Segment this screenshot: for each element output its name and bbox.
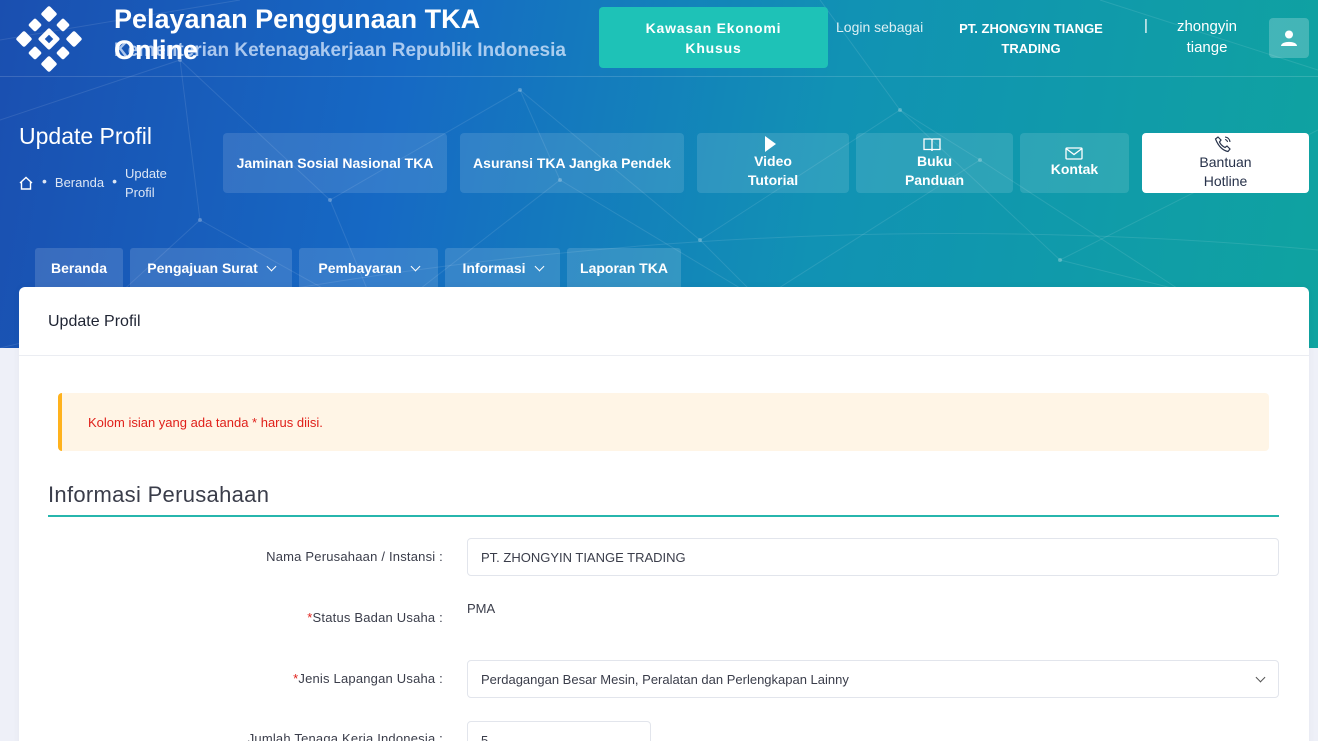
jumlah-tki-value: 5 xyxy=(481,732,489,741)
buku-panduan-label: Buku Panduan xyxy=(904,152,965,188)
breadcrumb-update-profil: Update Profil xyxy=(124,166,167,200)
video-tutorial-button[interactable]: Video Tutorial xyxy=(697,133,849,193)
jenis-lapangan-usaha-label: *Jenis Lapangan Usaha : xyxy=(293,671,443,686)
bantuan-hotline-label: Bantuan Hotline xyxy=(1199,154,1252,189)
kemnaker-logo xyxy=(16,6,82,72)
asuransi-tka-label: Asuransi TKA Jangka Pendek xyxy=(473,154,671,171)
nav-pengajuan-surat[interactable]: Pengajuan Surat xyxy=(130,248,292,288)
chevron-down-icon xyxy=(1255,672,1266,683)
book-icon xyxy=(922,137,941,151)
nav-pembayaran[interactable]: Pembayaran xyxy=(299,248,438,288)
login-as-label: Login sebagai xyxy=(836,19,924,35)
status-badan-usaha-value: PMA xyxy=(467,601,496,616)
page-title: Update Profil xyxy=(19,123,152,149)
jumlah-tki-input[interactable]: 5 xyxy=(467,721,651,741)
status-badan-usaha-label: *Status Badan Usaha : xyxy=(307,610,443,625)
kontak-button[interactable]: Kontak xyxy=(1020,133,1129,193)
jumlah-tki-label: Jumlah Tenaga Kerja Indonesia : xyxy=(247,731,443,741)
nama-perusahaan-label: Nama Perusahaan / Instansi : xyxy=(266,549,443,564)
nama-perusahaan-value: PT. ZHONGYIN TIANGE TRADING xyxy=(481,549,686,565)
section-title: Informasi Perusahaan xyxy=(48,482,270,507)
required-fields-alert: Kolom isian yang ada tanda * harus diisi… xyxy=(58,393,1269,451)
user-menu-button[interactable] xyxy=(1269,18,1309,58)
nav-laporan-tka[interactable]: Laporan TKA xyxy=(567,248,681,288)
phone-icon xyxy=(1214,136,1231,153)
breadcrumb: • Beranda • Update Profil xyxy=(18,164,185,202)
header-divider xyxy=(0,76,1318,77)
app-title: Pelayanan Penggunaan TKA Online xyxy=(114,4,480,65)
card-header: Update Profil xyxy=(19,287,1309,356)
jaminan-sosial-label: Jaminan Sosial Nasional TKA xyxy=(236,154,434,171)
header-separator: | xyxy=(1144,17,1148,34)
nav-beranda[interactable]: Beranda xyxy=(35,248,123,288)
kawasan-ekonomi-khusus-button[interactable]: Kawasan Ekonomi Khusus xyxy=(599,7,828,68)
home-icon[interactable] xyxy=(18,175,34,191)
jaminan-sosial-button[interactable]: Jaminan Sosial Nasional TKA xyxy=(223,133,447,193)
chevron-down-icon xyxy=(410,261,421,271)
chevron-down-icon xyxy=(534,261,544,271)
jenis-lapangan-usaha-value: Perdagangan Besar Mesin, Peralatan dan P… xyxy=(481,671,849,687)
jenis-lapangan-usaha-select[interactable]: Perdagangan Besar Mesin, Peralatan dan P… xyxy=(467,660,1279,698)
kontak-label: Kontak xyxy=(1050,161,1099,177)
play-icon xyxy=(765,136,776,152)
breadcrumb-beranda[interactable]: Beranda xyxy=(55,175,104,190)
user-icon xyxy=(1281,30,1297,46)
asuransi-tka-button[interactable]: Asuransi TKA Jangka Pendek xyxy=(460,133,684,193)
video-tutorial-label: Video Tutorial xyxy=(747,153,799,188)
buku-panduan-button[interactable]: Buku Panduan xyxy=(856,133,1013,193)
update-profil-card: Update Profil Kolom isian yang ada tanda… xyxy=(19,287,1309,741)
company-name: PT. ZHONGYIN TIANGE TRADING xyxy=(959,21,1103,56)
chevron-down-icon xyxy=(266,261,277,271)
section-divider xyxy=(48,515,1279,517)
nama-perusahaan-input[interactable]: PT. ZHONGYIN TIANGE TRADING xyxy=(467,538,1279,576)
username[interactable]: zhongyin tiange xyxy=(1164,16,1250,58)
bantuan-hotline-button[interactable]: Bantuan Hotline xyxy=(1142,133,1309,193)
nav-informasi[interactable]: Informasi xyxy=(445,248,560,288)
mail-icon xyxy=(1065,147,1084,160)
